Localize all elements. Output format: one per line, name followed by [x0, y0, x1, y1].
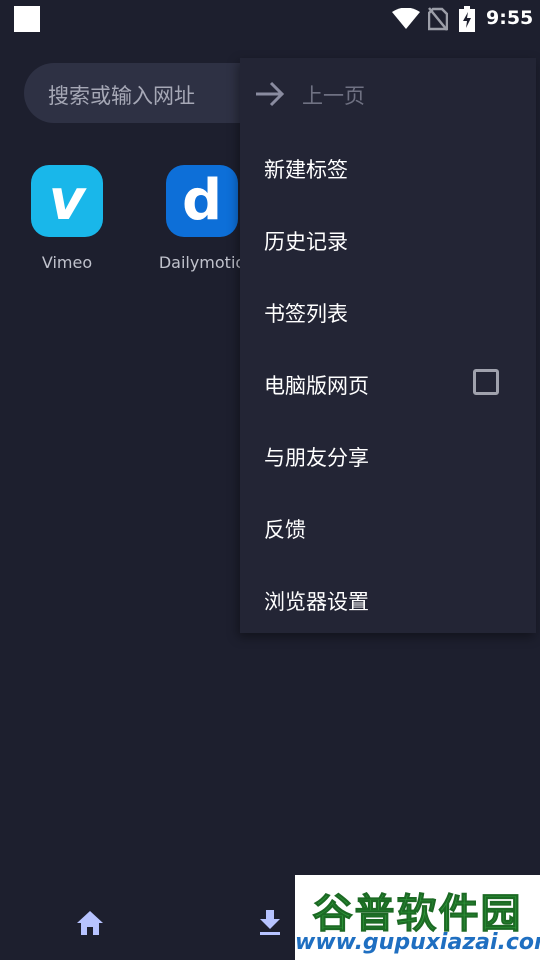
back-page-label: 上一页	[302, 84, 365, 108]
no-sim-icon	[428, 7, 448, 31]
shortcut-vimeo[interactable]: v Vimeo	[22, 165, 112, 272]
menu-item-share[interactable]: 与朋友分享	[240, 418, 536, 490]
menu-item-history[interactable]: 历史记录	[240, 202, 536, 274]
search-input[interactable]: 搜索或输入网址	[24, 63, 274, 123]
desktop-site-checkbox[interactable]	[473, 369, 499, 395]
wifi-icon	[392, 8, 420, 29]
search-placeholder: 搜索或输入网址	[48, 84, 195, 108]
menu-back-row[interactable]: 上一页	[240, 58, 536, 130]
vimeo-logo-icon: v	[31, 165, 103, 237]
menu-item-feedback[interactable]: 反馈	[240, 490, 536, 562]
menu-item-label: 新建标签	[264, 158, 348, 182]
watermark: 谷普软件园 www.gupuxiazai.com	[295, 875, 540, 960]
menu-item-new-tab[interactable]: 新建标签	[240, 130, 536, 202]
app-notification-icon	[14, 6, 40, 32]
status-bar: 9:55	[0, 0, 540, 36]
menu-item-desktop-site[interactable]: 电脑版网页	[240, 346, 536, 418]
overflow-menu: 上一页 新建标签 历史记录 书签列表 电脑版网页 与朋友分享 反馈 浏览器设置	[240, 58, 536, 633]
watermark-url: www.gupuxiazai.com	[295, 930, 540, 955]
menu-item-settings[interactable]: 浏览器设置	[240, 562, 536, 634]
shortcut-dailymotion[interactable]: d Dailymotio	[157, 165, 247, 272]
battery-charging-icon	[459, 6, 475, 32]
menu-item-label: 书签列表	[264, 302, 348, 326]
dailymotion-logo-icon: d	[166, 165, 238, 237]
clock: 9:55	[486, 7, 534, 29]
menu-item-label: 历史记录	[264, 230, 348, 254]
shortcut-label: Vimeo	[41, 253, 93, 272]
menu-item-label: 电脑版网页	[264, 374, 369, 398]
menu-item-label: 反馈	[264, 518, 306, 542]
menu-item-bookmarks[interactable]: 书签列表	[240, 274, 536, 346]
shortcut-label: Dailymotio	[158, 253, 246, 272]
menu-item-label: 浏览器设置	[264, 590, 369, 614]
download-icon[interactable]	[258, 908, 282, 936]
home-icon[interactable]	[76, 910, 104, 936]
arrow-right-icon	[256, 81, 285, 107]
menu-item-label: 与朋友分享	[264, 446, 369, 470]
